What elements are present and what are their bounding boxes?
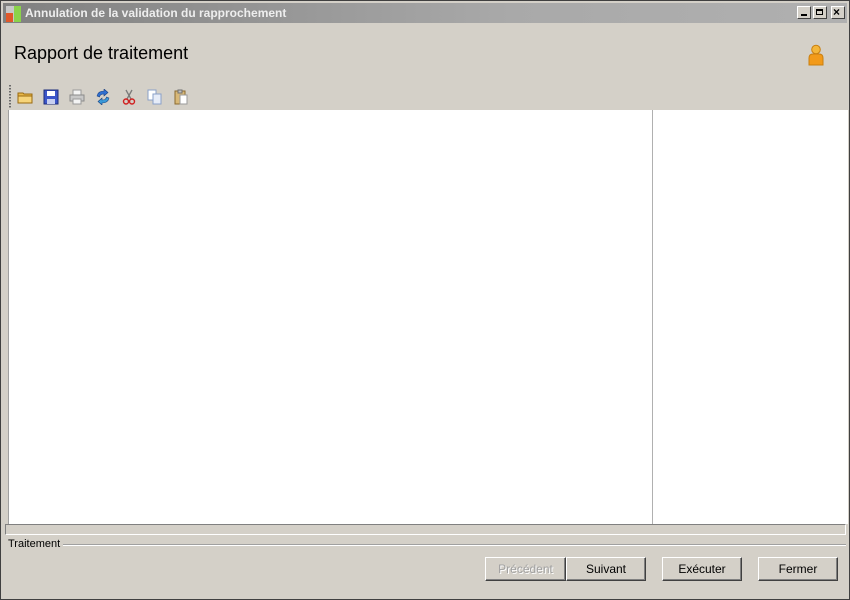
cut-icon — [122, 89, 136, 105]
user-icon — [806, 44, 826, 66]
report-side-pane[interactable] — [653, 110, 848, 524]
save-button[interactable] — [41, 87, 61, 107]
copy-button[interactable] — [145, 87, 165, 107]
previous-button[interactable]: Précédent — [485, 557, 566, 581]
paste-button[interactable] — [171, 87, 191, 107]
paste-icon — [174, 89, 188, 105]
copy-icon — [147, 89, 162, 105]
title-bar[interactable]: Annulation de la validation du rapproche… — [3, 3, 847, 23]
print-icon — [69, 89, 85, 105]
toolbar-grip[interactable] — [9, 85, 11, 109]
app-window: Annulation de la validation du rapproche… — [0, 0, 850, 600]
report-content-area — [8, 110, 848, 524]
group-label-traitement: Traitement — [8, 538, 61, 550]
open-button[interactable] — [15, 87, 35, 107]
save-icon — [43, 89, 59, 105]
window-title: Annulation de la validation du rapproche… — [25, 6, 287, 20]
print-button[interactable] — [67, 87, 87, 107]
refresh-icon — [96, 89, 110, 105]
close-icon: × — [833, 5, 841, 19]
minimize-button[interactable] — [797, 6, 811, 19]
refresh-button[interactable] — [93, 87, 113, 107]
toolbar — [7, 85, 207, 109]
execute-button[interactable]: Exécuter — [662, 557, 742, 581]
app-icon — [6, 6, 22, 22]
cut-button[interactable] — [119, 87, 139, 107]
group-divider — [63, 544, 846, 546]
next-button[interactable]: Suivant — [566, 557, 646, 581]
progress-bar — [5, 524, 846, 535]
report-main-pane[interactable] — [9, 110, 652, 524]
maximize-icon — [816, 9, 823, 15]
maximize-button[interactable] — [813, 6, 827, 19]
minimize-icon — [801, 14, 807, 16]
open-icon — [17, 92, 33, 104]
close-dialog-button[interactable]: Fermer — [758, 557, 838, 581]
page-title: Rapport de traitement — [14, 43, 189, 63]
close-button[interactable]: × — [831, 6, 845, 19]
